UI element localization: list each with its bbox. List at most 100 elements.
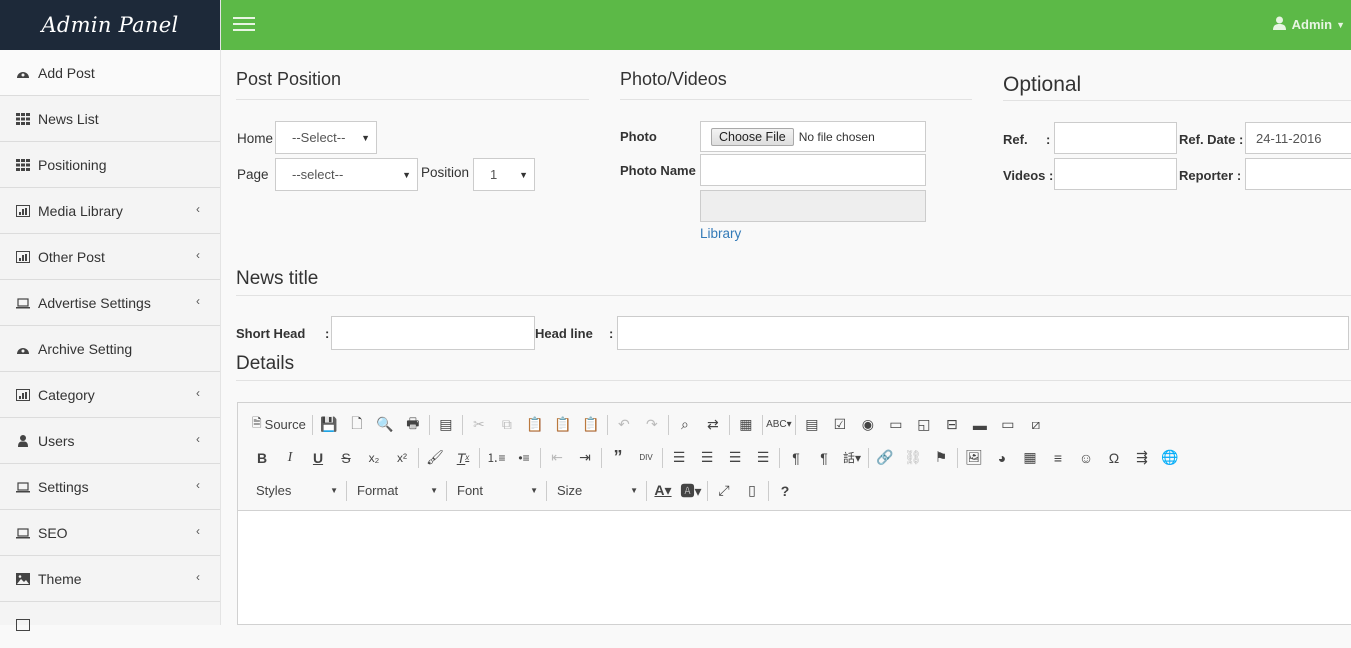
head-line-input[interactable] [617, 316, 1349, 350]
editor-content-area[interactable] [238, 511, 1351, 631]
sidebar-item-advertise-settings[interactable]: Advertise Settings‹ [0, 280, 220, 326]
position-select[interactable]: 1 ▼ [473, 158, 535, 191]
iframe-icon[interactable]: 🌐 [1156, 447, 1184, 469]
sidebar-item-users[interactable]: Users‹ [0, 418, 220, 464]
format-dropdown[interactable]: Format▼ [349, 480, 444, 502]
remove-format-icon[interactable]: Tx [449, 447, 477, 469]
replace-icon[interactable]: ⇄ [699, 414, 727, 436]
home-select[interactable]: --Select-- ▼ [275, 121, 377, 154]
strikethrough-icon[interactable]: S [332, 447, 360, 469]
sidebar-item-positioning[interactable]: Positioning [0, 142, 220, 188]
anchor-icon[interactable]: ⚑ [927, 447, 955, 469]
outdent-icon[interactable]: ⇤ [543, 447, 571, 469]
paste-icon[interactable]: 📋 [521, 414, 549, 436]
horizontal-line-icon[interactable]: ≡ [1044, 447, 1072, 469]
special-char-icon[interactable]: Ω [1100, 447, 1128, 469]
sidebar-item-add-post[interactable]: Add Post [0, 50, 220, 96]
caret-down-icon: ▼ [1336, 20, 1345, 30]
menu-toggle-icon[interactable] [233, 17, 255, 33]
page-break-icon[interactable]: ⇶ [1128, 447, 1156, 469]
sidebar-item-partial[interactable] [0, 602, 220, 648]
sidebar-item-seo[interactable]: SEO‹ [0, 510, 220, 556]
sidebar-item-theme[interactable]: Theme‹ [0, 556, 220, 602]
font-dropdown[interactable]: Font▼ [449, 480, 544, 502]
preview-icon[interactable]: 🔍 [371, 414, 399, 436]
flash-icon[interactable]: ◕ [988, 447, 1016, 469]
subscript-icon[interactable]: x₂ [360, 447, 388, 469]
form-icon[interactable]: ▤ [798, 414, 826, 436]
page-select[interactable]: --select-- ▼ [275, 158, 418, 191]
maximize-icon[interactable]: ⤢ [710, 480, 738, 502]
print-icon[interactable]: 🖶 [399, 414, 427, 436]
rtl-icon[interactable]: ¶ [810, 447, 838, 469]
choose-file-button[interactable]: Choose File [711, 128, 794, 146]
paste-text-icon[interactable]: 📋 [549, 414, 577, 436]
textarea-icon[interactable]: ◱ [910, 414, 938, 436]
div-container-icon[interactable]: DIV [632, 447, 660, 469]
unlink-icon[interactable]: ⛓ [899, 447, 927, 469]
sidebar-item-news-list[interactable]: News List [0, 96, 220, 142]
brand-logo[interactable]: Admin Panel [0, 0, 220, 50]
align-left-icon[interactable]: ☰ [665, 447, 693, 469]
size-dropdown[interactable]: Size▼ [549, 480, 644, 502]
select-field-icon[interactable]: ⊟ [938, 414, 966, 436]
photo-name-input[interactable] [700, 154, 926, 186]
radio-icon[interactable]: ◉ [854, 414, 882, 436]
superscript-icon[interactable]: x² [388, 447, 416, 469]
bold-icon[interactable]: B [248, 447, 276, 469]
image-icon[interactable]: 🖼 [960, 447, 988, 469]
copy-format-icon[interactable]: 🖌 [421, 447, 449, 469]
undo-icon[interactable]: ↶ [610, 414, 638, 436]
photo-name-label: Photo Name [620, 163, 696, 178]
button-icon[interactable]: ▬ [966, 414, 994, 436]
blockquote-icon[interactable]: ” [604, 447, 632, 469]
copy-icon[interactable]: ⧉ [493, 414, 521, 436]
redo-icon[interactable]: ↷ [638, 414, 666, 436]
sidebar-item-category[interactable]: Category‹ [0, 372, 220, 418]
underline-icon[interactable]: U [304, 447, 332, 469]
user-menu[interactable]: Admin ▼ [1273, 16, 1345, 33]
help-button[interactable]: ? [771, 480, 799, 502]
text-color-icon[interactable]: A▾ [649, 480, 677, 502]
videos-input[interactable] [1054, 158, 1177, 190]
styles-dropdown[interactable]: Styles▼ [248, 480, 344, 502]
templates-icon[interactable]: ▤ [432, 414, 460, 436]
sidebar-item-settings[interactable]: Settings‹ [0, 464, 220, 510]
find-icon[interactable]: ⌕ [671, 414, 699, 436]
align-center-icon[interactable]: ☰ [693, 447, 721, 469]
save-icon[interactable]: 💾 [315, 414, 343, 436]
spellcheck-icon[interactable]: ABC▾ [765, 414, 793, 436]
library-link[interactable]: Library [700, 226, 741, 241]
ltr-icon[interactable]: ¶ [782, 447, 810, 469]
cut-icon[interactable]: ✂ [465, 414, 493, 436]
italic-icon[interactable]: I [276, 447, 304, 469]
sidebar-item-other-post[interactable]: Other Post‹ [0, 234, 220, 280]
hidden-field-icon[interactable]: ⧄ [1022, 414, 1050, 436]
select-all-icon[interactable]: ▦ [732, 414, 760, 436]
ref-input[interactable] [1054, 122, 1177, 154]
image-button-icon[interactable]: ▭ [994, 414, 1022, 436]
text-field-icon[interactable]: ▭ [882, 414, 910, 436]
table-icon[interactable]: ▦ [1016, 447, 1044, 469]
smiley-icon[interactable]: ☺ [1072, 447, 1100, 469]
indent-icon[interactable]: ⇥ [571, 447, 599, 469]
background-color-icon[interactable]: 🅰▾ [677, 480, 705, 502]
sidebar-item-archive-setting[interactable]: Archive Setting [0, 326, 220, 372]
new-page-icon[interactable]: 🗋 [343, 414, 371, 436]
separator [957, 448, 958, 468]
ref-date-input[interactable] [1245, 122, 1351, 154]
photo-file-input[interactable]: Choose File No file chosen [700, 121, 926, 152]
link-icon[interactable]: 🔗 [871, 447, 899, 469]
show-blocks-icon[interactable]: ▯ [738, 480, 766, 502]
sidebar-item-media-library[interactable]: Media Library‹ [0, 188, 220, 234]
reporter-input[interactable] [1245, 158, 1351, 190]
bulleted-list-icon[interactable]: •≡ [510, 447, 538, 469]
source-button[interactable]: 🗎Source [248, 414, 310, 436]
numbered-list-icon[interactable]: ⒈≡ [482, 447, 510, 469]
paste-word-icon[interactable]: 📋 [577, 414, 605, 436]
checkbox-icon[interactable]: ☑ [826, 414, 854, 436]
justify-icon[interactable]: ☰ [749, 447, 777, 469]
align-right-icon[interactable]: ☰ [721, 447, 749, 469]
language-icon[interactable]: 話▾ [838, 447, 866, 469]
short-head-input[interactable] [331, 316, 535, 350]
